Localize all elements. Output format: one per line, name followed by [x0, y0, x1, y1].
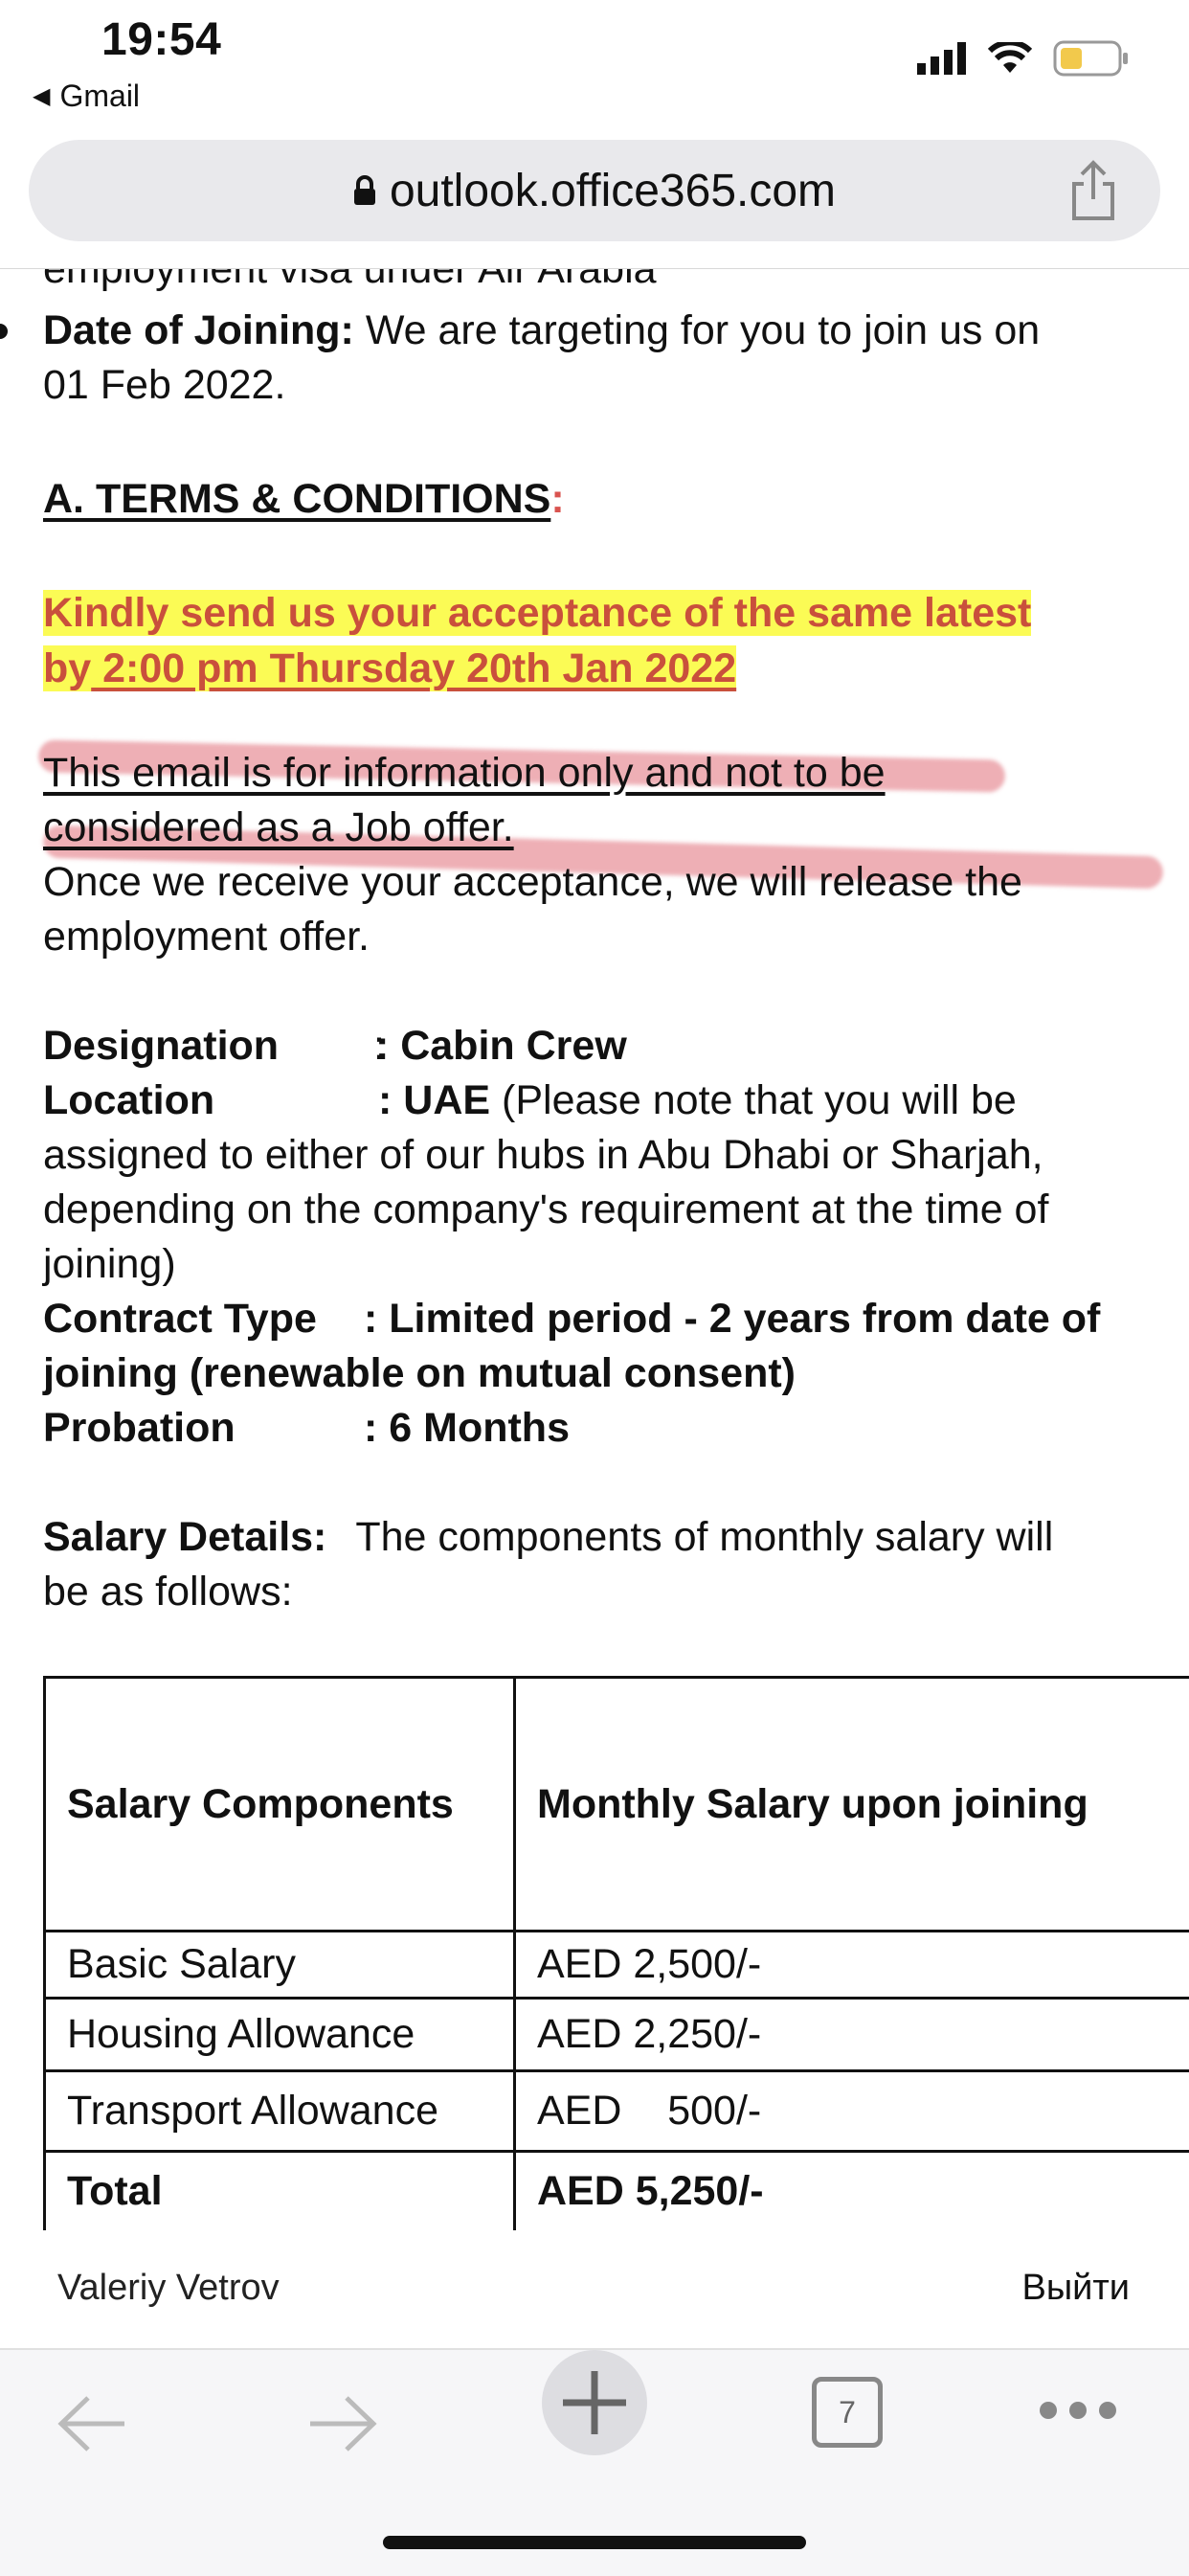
location-label: Location: [43, 1073, 214, 1128]
deadline-text-1: Kindly send us your acceptance of the sa…: [43, 590, 1031, 636]
table-row: Transport Allowance AED 500/-: [45, 2071, 1189, 2152]
tabs-count-button[interactable]: 7: [812, 2377, 883, 2448]
salary-details-text: The components of monthly salary will: [355, 1514, 1053, 1560]
email-body: employment visa under Air Arabia Date of…: [0, 269, 1189, 2230]
table-cell: AED 500/-: [515, 2071, 1189, 2152]
table-cell: Basic Salary: [45, 1932, 515, 1999]
table-cell: AED 2,250/-: [515, 1999, 1189, 2071]
contract-label: Contract Type: [43, 1292, 317, 1346]
table-row: Housing Allowance AED 2,250/-: [45, 1999, 1189, 2071]
tabs-count: 7: [839, 2395, 856, 2430]
date-of-joining-text: We are targeting for you to join us on: [366, 307, 1040, 353]
location-value-line: : UAE (Please note that you will be: [378, 1073, 1017, 1128]
cellular-signal-icon: [917, 42, 967, 75]
designation-value-text: : Cabin Crew: [375, 1023, 627, 1069]
back-triangle-icon: ◀: [33, 82, 50, 110]
footer-user-name: Valeriy Vetrov: [57, 2268, 280, 2309]
location-note-1: (Please note that you will be: [502, 1077, 1017, 1123]
date-of-joining-date: 01 Feb 2022.: [43, 358, 285, 413]
location-value: : UAE: [378, 1077, 490, 1123]
salary-details-label: Salary Details:: [43, 1514, 326, 1560]
more-icon[interactable]: [1038, 2400, 1118, 2421]
back-to-app-link[interactable]: ◀ Gmail: [33, 79, 140, 114]
table-cell: AED 2,500/-: [515, 1932, 1189, 1999]
table-cell: Transport Allowance: [45, 2071, 515, 2152]
table-cell: Total: [45, 2152, 515, 2231]
plus-icon: [542, 2350, 647, 2455]
designation-label: Designation: [43, 1019, 279, 1073]
new-tab-button[interactable]: [542, 2350, 647, 2455]
deadline-line-1: Kindly send us your acceptance of the sa…: [43, 586, 1031, 641]
deadline-by: by: [43, 645, 91, 691]
table-cell: Housing Allowance: [45, 1999, 515, 2071]
probation-value: : 6 Months: [364, 1401, 570, 1456]
contract-value-1: : Limited period - 2 years from date of: [364, 1292, 1100, 1346]
info-line-2: considered as a Job offer.: [43, 801, 514, 855]
info-line-1: This email is for information only and n…: [43, 746, 886, 801]
contract-value-2: joining (renewable on mutual consent): [43, 1346, 796, 1401]
back-app-label: Gmail: [59, 79, 140, 114]
section-title-colon: :: [550, 476, 564, 522]
table-cell: AED 5,250/-: [515, 2152, 1189, 2231]
location-note-3: depending on the company's requirement a…: [43, 1183, 1048, 1237]
once-line-2: employment offer.: [43, 910, 370, 964]
status-time: 19:54: [101, 13, 221, 66]
forward-arrow-icon[interactable]: [306, 2390, 379, 2457]
once-line-1: Once we receive your acceptance, we will…: [43, 855, 1022, 910]
salary-details-line: Salary Details: The components of monthl…: [43, 1510, 1053, 1565]
table-header-cell: Salary Components: [45, 1678, 515, 1932]
deadline-date: 2:00 pm Thursday 20th Jan 2022: [91, 645, 736, 691]
url-text: outlook.office365.com: [390, 165, 836, 217]
designation-value: :: Cabin Crew: [373, 1019, 627, 1073]
location-note-4: joining): [43, 1237, 176, 1292]
wifi-icon: [988, 42, 1032, 75]
probation-label: Probation: [43, 1401, 236, 1456]
salary-table: Salary Components Monthly Salary upon jo…: [43, 1676, 1189, 2230]
date-of-joining-line: Date of Joining: We are targeting for yo…: [43, 304, 1040, 358]
partial-line: employment visa under Air Arabia: [43, 269, 657, 297]
table-row: Total AED 5,250/-: [45, 2152, 1189, 2231]
deadline-line-2: by 2:00 pm Thursday 20th Jan 2022: [43, 642, 736, 696]
logout-link[interactable]: Выйти: [1021, 2268, 1130, 2309]
location-note-2: assigned to either of our hubs in Abu Dh…: [43, 1128, 1043, 1183]
table-row: Basic Salary AED 2,500/-: [45, 1932, 1189, 1999]
back-arrow-icon[interactable]: [56, 2390, 128, 2457]
bullet-icon: [0, 324, 8, 339]
address-bar[interactable]: outlook.office365.com: [29, 140, 1160, 241]
lock-icon: [353, 175, 376, 206]
section-title-text: A. TERMS & CONDITIONS: [43, 476, 550, 522]
home-indicator: [383, 2536, 806, 2549]
status-icons: [917, 40, 1130, 77]
battery-icon: [1053, 40, 1130, 77]
share-icon[interactable]: [1065, 159, 1122, 222]
date-of-joining-label: Date of Joining:: [43, 307, 354, 353]
table-header-cell: Monthly Salary upon joining: [515, 1678, 1189, 1932]
table-header-row: Salary Components Monthly Salary upon jo…: [45, 1678, 1189, 1932]
section-title: A. TERMS & CONDITIONS:: [43, 472, 565, 527]
salary-details-text-2: be as follows:: [43, 1565, 293, 1619]
